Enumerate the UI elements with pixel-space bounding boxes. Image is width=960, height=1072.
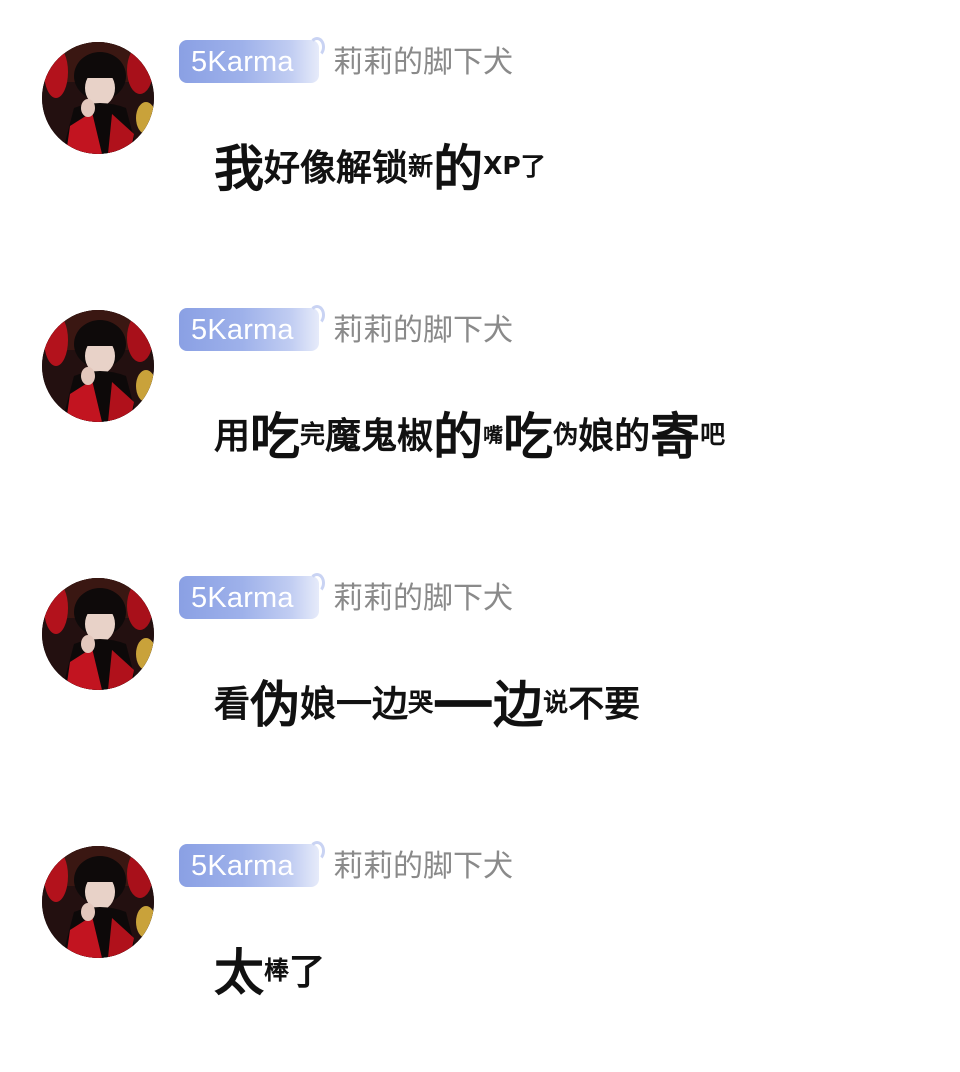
avatar[interactable] — [42, 578, 154, 690]
comment-text: 看伪娘一边哭一边说不要 — [214, 646, 640, 756]
username[interactable]: 莉莉的脚下犬 — [333, 45, 513, 81]
comment-char: 边 — [493, 676, 544, 734]
avatar[interactable] — [42, 310, 154, 422]
comment-char: 解 — [336, 148, 373, 189]
comment-char: 的 — [433, 408, 484, 466]
karma-badge: 5Karma — [179, 573, 325, 619]
comment-text: 用吃完魔鬼椒的嘴吃伪娘的寄吧 — [214, 378, 725, 488]
karma-badge-label: 5Karma — [191, 850, 294, 882]
comment-char: 娘 — [300, 684, 337, 725]
badge-orb-icon — [309, 305, 325, 325]
comment-item: 5Karma 莉莉的脚下犬 太棒了 — [0, 804, 960, 1072]
avatar[interactable] — [42, 42, 154, 154]
comment-char: 娘 — [578, 416, 615, 457]
comment-char: 寄 — [650, 408, 701, 466]
comment-char: 像 — [300, 148, 337, 189]
comment-text: 太棒了 — [214, 914, 325, 1024]
username[interactable]: 莉莉的脚下犬 — [333, 581, 513, 617]
comment-char: 不 — [568, 684, 605, 725]
avatar-image — [42, 846, 154, 958]
comment-char: 棒 — [264, 956, 290, 985]
comment-item: 5Karma 莉莉的脚下犬 看伪娘一边哭一边说不要 — [0, 536, 960, 804]
comment-char: 嘴 — [483, 422, 504, 447]
comment-char: 了 — [520, 152, 546, 181]
comment-char: 伪 — [553, 420, 579, 449]
karma-badge: 5Karma — [179, 37, 325, 83]
avatar-image — [42, 578, 154, 690]
comment-char: 鬼 — [361, 416, 398, 457]
comment-text: 我好像解锁新的 XP 了 — [214, 110, 546, 220]
comment-char: XP — [483, 150, 521, 180]
comment-char: 伪 — [250, 676, 301, 734]
username[interactable]: 莉莉的脚下犬 — [333, 313, 513, 349]
karma-badge: 5Karma — [179, 305, 325, 351]
comment-char: 新 — [408, 152, 434, 181]
comment-char: 了 — [289, 952, 326, 993]
comment-item: 5Karma 莉莉的脚下犬 用吃完魔鬼椒的嘴吃伪娘的寄吧 — [0, 268, 960, 536]
badge-orb-icon — [309, 841, 325, 861]
comment-char: 一 — [336, 684, 373, 725]
comment-char: 吃 — [503, 408, 554, 466]
avatar[interactable] — [42, 846, 154, 958]
comment-char: 的 — [614, 416, 651, 457]
comment-char: 的 — [433, 140, 484, 198]
comment-char: 太 — [214, 944, 264, 1002]
comment-char: 用 — [214, 416, 251, 457]
karma-badge-label: 5Karma — [191, 46, 294, 78]
comment-char: 锁 — [372, 148, 409, 189]
comment-item: 5Karma 莉莉的脚下犬 我好像解锁新的 XP 了 — [0, 0, 960, 268]
karma-badge-label: 5Karma — [191, 314, 294, 346]
badge-orb-icon — [309, 37, 325, 57]
comment-char: 魔 — [325, 416, 362, 457]
badge-orb-icon — [309, 573, 325, 593]
comment-char: 完 — [300, 420, 326, 449]
comment-char: 看 — [214, 684, 251, 725]
username[interactable]: 莉莉的脚下犬 — [333, 849, 513, 885]
karma-badge: 5Karma — [179, 841, 325, 887]
comment-char: 好 — [264, 148, 301, 189]
comment-char: 要 — [604, 684, 641, 725]
comment-char: 我 — [214, 140, 264, 198]
comment-char: 椒 — [397, 416, 434, 457]
comment-char: 说 — [543, 688, 569, 717]
comment-char: 吃 — [250, 408, 301, 466]
comment-char: 哭 — [408, 688, 434, 717]
karma-badge-label: 5Karma — [191, 582, 294, 614]
avatar-image — [42, 310, 154, 422]
comment-char: 一 — [433, 671, 494, 742]
comment-char: 吧 — [700, 420, 726, 449]
comment-char: 边 — [372, 684, 409, 725]
avatar-image — [42, 42, 154, 154]
